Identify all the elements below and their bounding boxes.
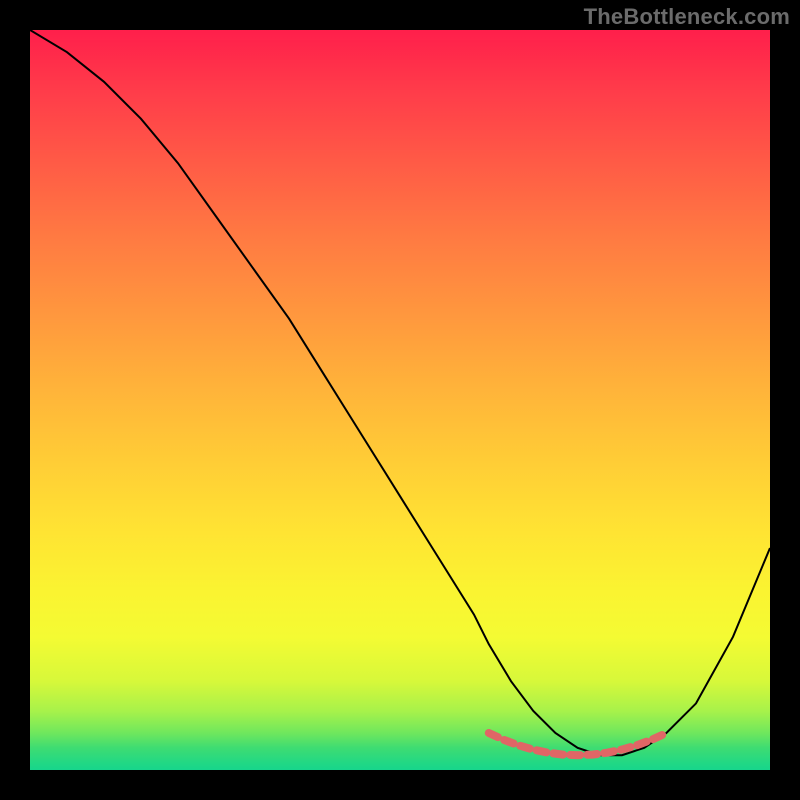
optimal-range-highlight xyxy=(30,30,770,770)
plot-area xyxy=(30,30,770,770)
highlight-line xyxy=(489,733,667,755)
chart-frame: TheBottleneck.com xyxy=(0,0,800,800)
watermark-text: TheBottleneck.com xyxy=(584,4,790,30)
